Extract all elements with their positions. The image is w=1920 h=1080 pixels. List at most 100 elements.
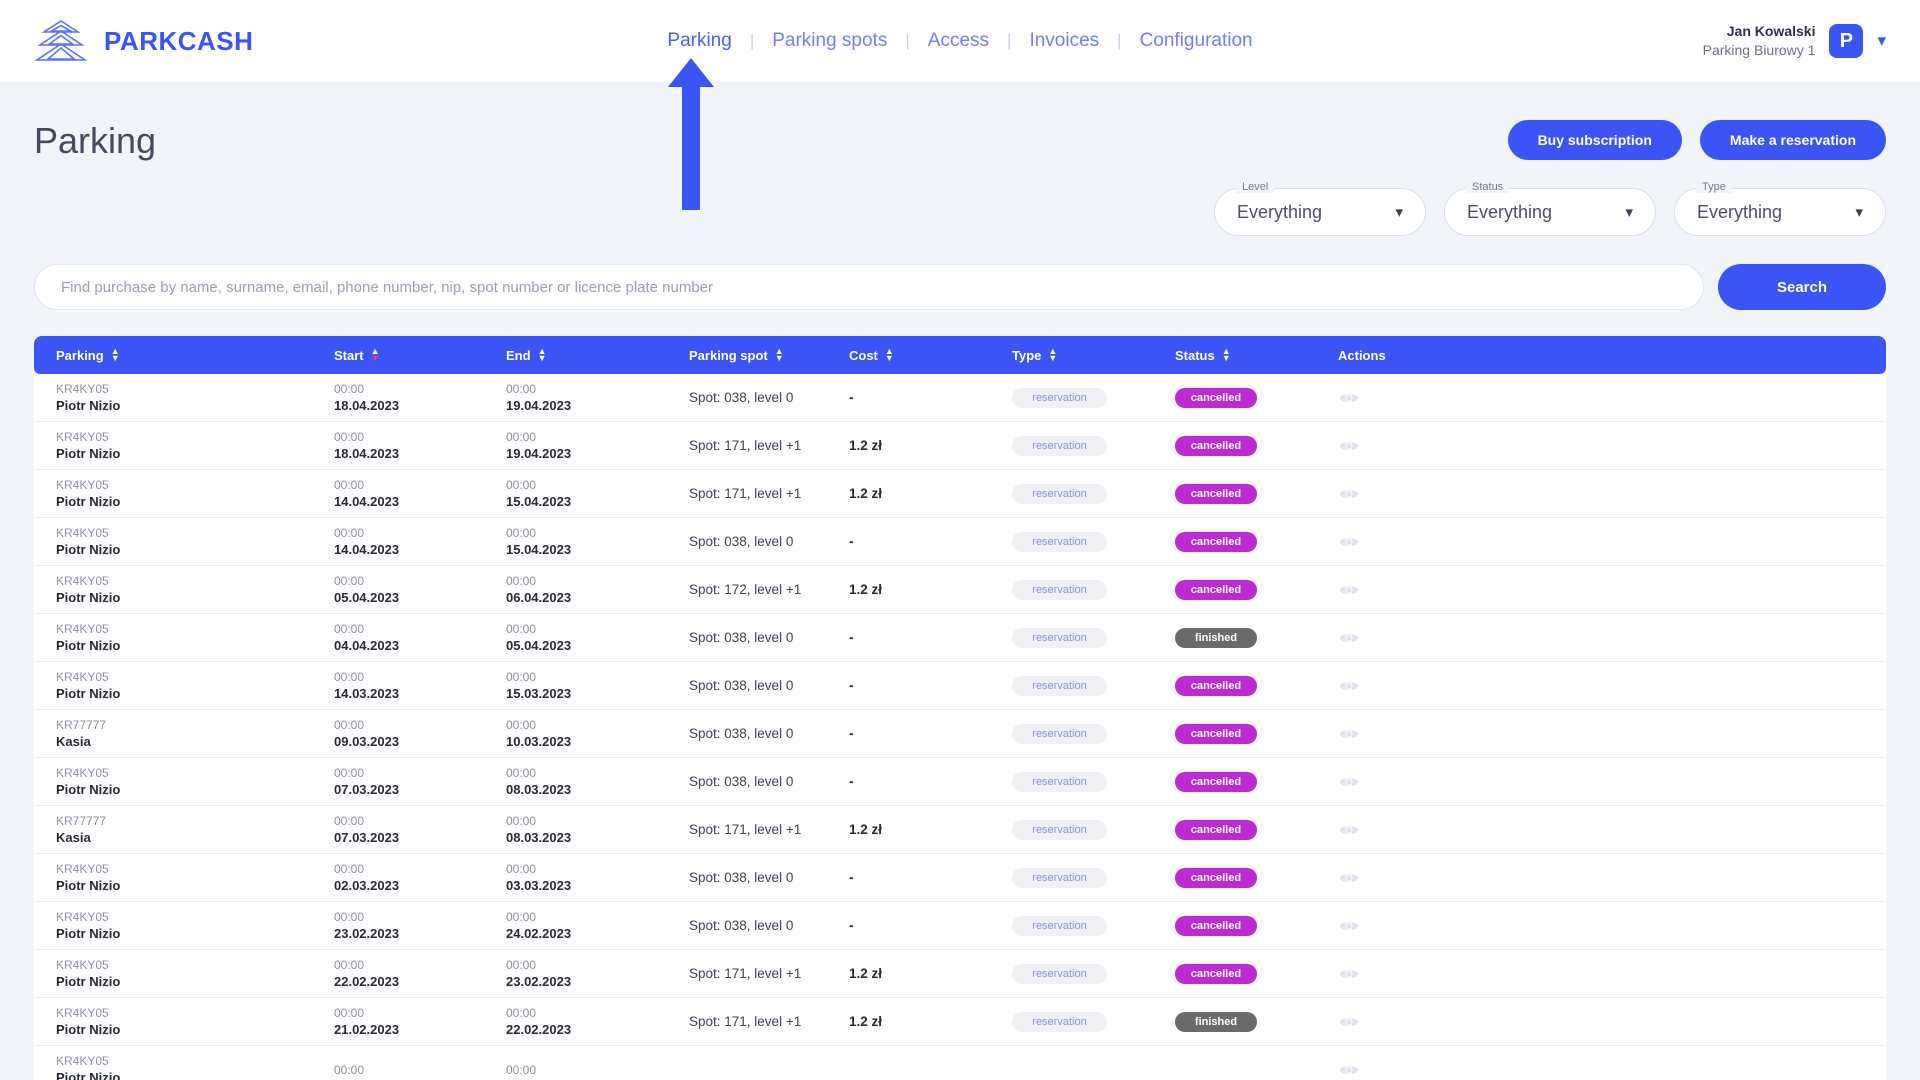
cell-actions <box>1338 963 1488 985</box>
cell-start: 00:00 07.03.2023 <box>334 765 506 799</box>
nav-item-access[interactable]: Access <box>910 30 1007 52</box>
end-time: 00:00 <box>506 669 537 684</box>
brand-logo-area[interactable]: PARKCASH <box>34 18 253 64</box>
eye-icon[interactable] <box>1338 915 1360 937</box>
cost-value: - <box>849 534 854 549</box>
parking-spot-value: Spot: 038, level 0 <box>689 870 794 885</box>
parking-spot-value: Spot: 038, level 0 <box>689 630 794 645</box>
table-header-status[interactable]: Status ▲ ▼ <box>1175 346 1338 363</box>
end-date: 15.04.2023 <box>506 541 572 557</box>
nav-item-parking-spots[interactable]: Parking spots <box>754 30 905 52</box>
table-body: KR4KY05 Piotr Nizio 00:00 18.04.2023 00:00 19… <box>34 374 1886 1080</box>
eye-icon[interactable] <box>1338 387 1360 409</box>
cell-parking-spot: Spot: 171, level +1 <box>689 822 849 837</box>
table-header-start[interactable]: Start ▲ ▼ <box>334 347 506 363</box>
table-row[interactable]: KR4KY05 Piotr Nizio 00:00 22.02.2023 00:00 23… <box>34 950 1886 998</box>
start-time: 00:00 <box>334 1062 365 1077</box>
person-name: Piotr Nizio <box>56 493 121 509</box>
eye-icon[interactable] <box>1338 675 1360 697</box>
start-time: 00:00 <box>334 717 365 732</box>
table-row[interactable]: KR4KY05 Piotr Nizio 00:00 23.02.2023 00:00 24… <box>34 902 1886 950</box>
parking-spot-value: Spot: 171, level +1 <box>689 486 802 501</box>
start-date: 14.04.2023 <box>334 541 400 557</box>
table-header-end[interactable]: End ▲ ▼ <box>506 347 689 363</box>
cell-parking-spot: Spot: 171, level +1 <box>689 966 849 981</box>
nav-item-parking[interactable]: Parking <box>649 30 749 52</box>
cell-start: 00:00 14.04.2023 <box>334 477 506 511</box>
cell-end: 00:00 23.02.2023 <box>506 957 689 991</box>
table-row[interactable]: KR4KY05 Piotr Nizio 00:00 07.03.2023 00:00 08… <box>34 758 1886 806</box>
table-row[interactable]: KR77777 Kasia 00:00 07.03.2023 00:00 08.03.20… <box>34 806 1886 854</box>
cell-status: cancelled <box>1175 867 1338 888</box>
cell-parking-spot: Spot: 038, level 0 <box>689 726 849 741</box>
chevron-down-icon[interactable]: ▾ <box>1877 31 1886 51</box>
eye-icon[interactable] <box>1338 819 1360 841</box>
filter-status-select[interactable]: Everything ▾ <box>1444 188 1656 236</box>
table-row[interactable]: KR4KY05 Piotr Nizio 00:00 04.04.2023 00:00 05… <box>34 614 1886 662</box>
cell-parking: KR4KY05 Piotr Nizio <box>34 573 334 607</box>
licence-plate: KR4KY05 <box>56 573 109 588</box>
search-input[interactable] <box>34 264 1704 310</box>
eye-icon[interactable] <box>1338 963 1360 985</box>
start-time: 00:00 <box>334 525 365 540</box>
type-badge: reservation <box>1012 531 1107 552</box>
parking-spot-value: Spot: 038, level 0 <box>689 918 794 933</box>
make-reservation-button[interactable]: Make a reservation <box>1699 120 1886 160</box>
chevron-down-icon: ▾ <box>1395 204 1403 221</box>
table-row[interactable]: KR4KY05 Piotr Nizio 00:00 05.04.2023 00:00 06… <box>34 566 1886 614</box>
start-time: 00:00 <box>334 1005 365 1020</box>
end-date: 19.04.2023 <box>506 445 572 461</box>
type-badge: reservation <box>1012 915 1107 936</box>
eye-icon[interactable] <box>1338 771 1360 793</box>
user-menu[interactable]: Jan Kowalski Parking Biurowy 1 P ▾ <box>1703 22 1886 60</box>
eye-icon[interactable] <box>1338 867 1360 889</box>
end-time: 00:00 <box>506 813 537 828</box>
filter-level-select[interactable]: Everything ▾ <box>1214 188 1426 236</box>
cell-parking-spot: Spot: 038, level 0 <box>689 534 849 549</box>
end-time: 00:00 <box>506 525 537 540</box>
eye-icon[interactable] <box>1338 483 1360 505</box>
table-header-parking[interactable]: Parking ▲ ▼ <box>34 347 334 363</box>
cell-end: 00:00 06.04.2023 <box>506 573 689 607</box>
filter-type-select[interactable]: Everything ▾ <box>1674 188 1886 236</box>
end-date: 22.02.2023 <box>506 1021 572 1037</box>
table-row[interactable]: KR4KY05 Piotr Nizio 00:00 18.04.2023 00:00 19… <box>34 374 1886 422</box>
buy-subscription-button[interactable]: Buy subscription <box>1507 120 1682 160</box>
eye-icon[interactable] <box>1338 723 1360 745</box>
eye-icon[interactable] <box>1338 1059 1360 1080</box>
sort-icon: ▲ ▼ <box>884 346 894 363</box>
eye-icon[interactable] <box>1338 579 1360 601</box>
end-time: 00:00 <box>506 1005 537 1020</box>
nav-item-invoices[interactable]: Invoices <box>1011 30 1117 52</box>
search-bar: Search <box>34 264 1886 310</box>
search-button[interactable]: Search <box>1718 264 1886 310</box>
eye-icon[interactable] <box>1338 531 1360 553</box>
eye-icon[interactable] <box>1338 627 1360 649</box>
parking-table: Parking ▲ ▼ Start ▲ ▼ End ▲ ▼ Parking spot … <box>34 336 1886 1080</box>
table-row[interactable]: KR4KY05 Piotr Nizio 00:00 00:00 <box>34 1046 1886 1080</box>
end-date: 10.03.2023 <box>506 733 572 749</box>
start-time: 00:00 <box>334 429 365 444</box>
nav-item-configuration[interactable]: Configuration <box>1122 30 1271 52</box>
sort-icon: ▲ ▼ <box>1221 346 1231 363</box>
table-row[interactable]: KR4KY05 Piotr Nizio 00:00 14.04.2023 00:00 15… <box>34 518 1886 566</box>
cell-cost: 1.2 zł <box>849 1014 1012 1029</box>
cell-parking: KR4KY05 Piotr Nizio <box>34 909 334 943</box>
table-row[interactable]: KR4KY05 Piotr Nizio 00:00 14.04.2023 00:00 15… <box>34 470 1886 518</box>
table-header-parking-spot[interactable]: Parking spot ▲ ▼ <box>689 347 849 363</box>
table-row[interactable]: KR4KY05 Piotr Nizio 00:00 14.03.2023 00:00 15… <box>34 662 1886 710</box>
table-row[interactable]: KR4KY05 Piotr Nizio 00:00 02.03.2023 00:00 03… <box>34 854 1886 902</box>
table-header-cost[interactable]: Cost ▲ ▼ <box>849 346 1012 363</box>
table-row[interactable]: KR4KY05 Piotr Nizio 00:00 18.04.2023 00:00 19… <box>34 422 1886 470</box>
eye-icon[interactable] <box>1338 1011 1360 1033</box>
cell-actions <box>1338 531 1488 553</box>
avatar[interactable]: P <box>1829 24 1864 58</box>
start-date: 21.02.2023 <box>334 1021 400 1037</box>
cell-end: 00:00 08.03.2023 <box>506 765 689 799</box>
table-row[interactable]: KR4KY05 Piotr Nizio 00:00 21.02.2023 00:00 22… <box>34 998 1886 1046</box>
table-row[interactable]: KR77777 Kasia 00:00 09.03.2023 00:00 10.03.20… <box>34 710 1886 758</box>
type-badge: reservation <box>1012 675 1107 696</box>
page-container: Parking Buy subscription Make a reservat… <box>0 82 1920 1080</box>
table-header-type[interactable]: Type ▲ ▼ <box>1012 347 1175 363</box>
eye-icon[interactable] <box>1338 435 1360 457</box>
